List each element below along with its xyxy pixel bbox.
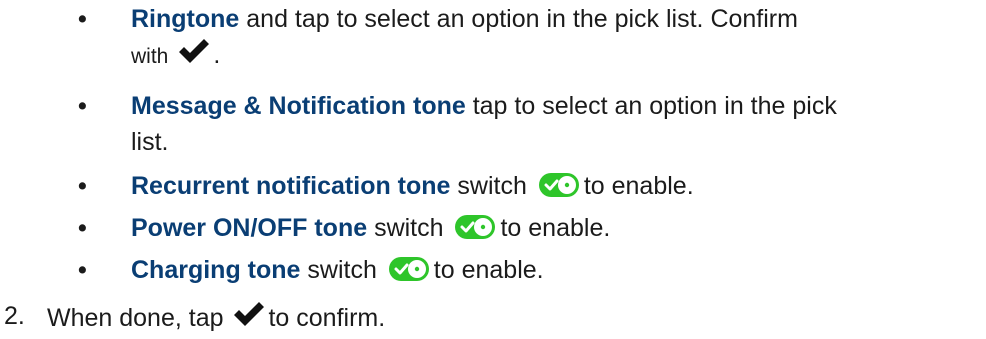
- list-item-text: Charging tone switch to enable.: [131, 253, 544, 287]
- list-item-text: Power ON/OFF tone switch to enable.: [131, 211, 610, 245]
- term-message-notification-tone: Message & Notification tone: [131, 92, 466, 120]
- continuation-pre: with: [131, 45, 169, 68]
- bullet-mark: •: [78, 172, 87, 200]
- item-pre: switch: [300, 256, 377, 284]
- bullet-mark: •: [78, 5, 87, 33]
- item-text: tap to select an option in the pick: [465, 92, 837, 120]
- checkmark-icon: [179, 39, 210, 63]
- item-post: to enable.: [500, 214, 611, 242]
- bullet-mark: •: [78, 256, 87, 284]
- term-recurrent-notification-tone: Recurrent notification tone: [131, 172, 451, 200]
- term-power-on-off-tone: Power ON/OFF tone: [131, 214, 368, 242]
- step-post: to confirm.: [268, 304, 386, 332]
- step-number: 2.: [4, 302, 25, 330]
- toggle-on-icon: [455, 215, 496, 239]
- continuation-post: .: [213, 41, 221, 69]
- continuation-text: with .: [131, 36, 220, 74]
- item-text: and tap to select an option in the pick …: [239, 5, 798, 33]
- step-text: When done, tap to confirm.: [47, 299, 385, 335]
- step-pre: When done, tap: [47, 304, 224, 332]
- toggle-on-icon: [538, 173, 579, 197]
- checkmark-icon: [234, 302, 265, 326]
- item-post: to enable.: [583, 172, 694, 200]
- continuation-text: list.: [131, 128, 169, 156]
- toggle-on-icon: [388, 257, 429, 281]
- item-post: to enable.: [433, 256, 544, 284]
- term-ringtone: Ringtone: [131, 5, 240, 33]
- item-pre: switch: [367, 214, 444, 242]
- bullet-mark: •: [78, 92, 87, 120]
- list-item-text: Ringtone and tap to select an option in …: [131, 2, 798, 36]
- list-item-text: Recurrent notification tone switch to en…: [131, 169, 694, 203]
- bullet-mark: •: [78, 214, 87, 242]
- term-charging-tone: Charging tone: [131, 256, 301, 284]
- item-pre: switch: [450, 172, 527, 200]
- list-item-text: Message & Notification tone tap to selec…: [131, 89, 837, 123]
